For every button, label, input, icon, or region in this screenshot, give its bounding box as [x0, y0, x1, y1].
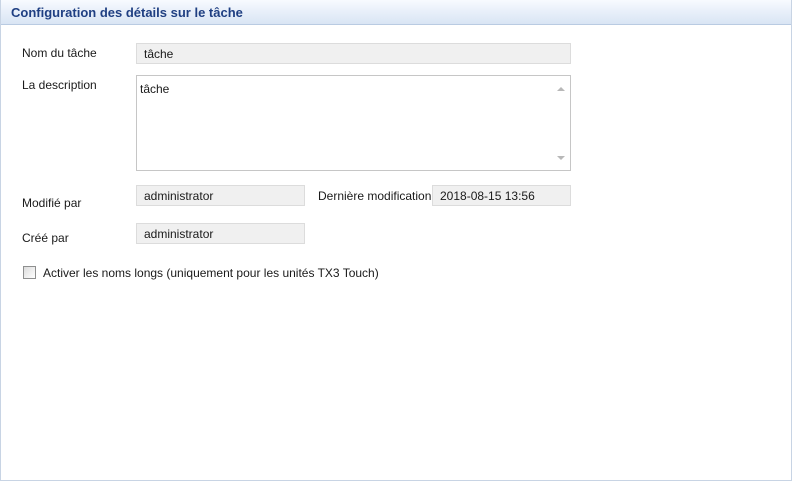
description-text: tâche: [140, 82, 170, 96]
task-details-panel: Configuration des détails sur le tâche N…: [0, 0, 792, 481]
panel-title: Configuration des détails sur le tâche: [11, 5, 243, 20]
last-modified-label: Dernière modification: [318, 189, 432, 203]
description-label: La description: [22, 78, 97, 92]
task-name-label: Nom du tâche: [22, 46, 97, 60]
created-by-label: Créé par: [22, 231, 69, 245]
task-name-field[interactable]: tâche: [136, 43, 571, 64]
modified-by-label: Modifié par: [22, 196, 82, 210]
scroll-down-arrow-icon[interactable]: [557, 156, 565, 160]
scroll-up-arrow-icon[interactable]: [557, 87, 565, 91]
modified-by-field: administrator: [136, 185, 305, 206]
description-textarea[interactable]: tâche: [136, 75, 571, 171]
long-names-checkbox[interactable]: [23, 266, 36, 279]
long-names-checkbox-label[interactable]: Activer les noms longs (uniquement pour …: [43, 266, 379, 280]
created-by-field: administrator: [136, 223, 305, 244]
last-modified-field: 2018-08-15 13:56: [432, 185, 571, 206]
panel-header: Configuration des détails sur le tâche: [1, 0, 791, 25]
description-scrollbar[interactable]: [553, 76, 570, 170]
